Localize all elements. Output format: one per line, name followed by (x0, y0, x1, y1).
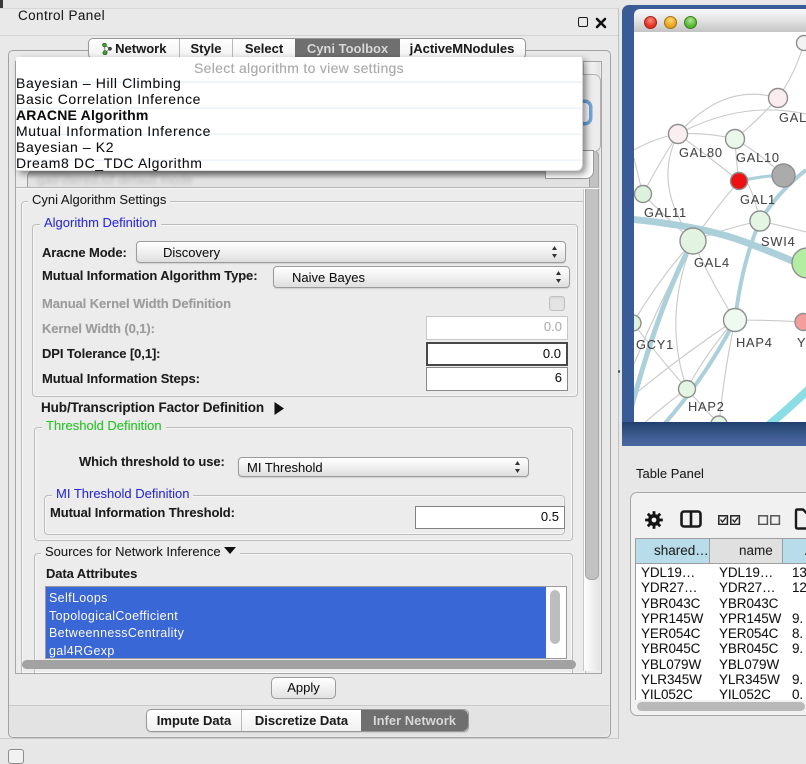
svg-text:GCY1: GCY1 (636, 337, 674, 352)
svg-text:GAL80: GAL80 (679, 145, 723, 160)
svg-text:GAL1: GAL1 (740, 192, 776, 207)
svg-text:GAL10: GAL10 (736, 150, 780, 165)
svg-text:YM: YM (797, 335, 806, 350)
svg-text:HAP4: HAP4 (736, 335, 773, 350)
svg-text:HAP2: HAP2 (688, 399, 725, 414)
svg-text:SWI4: SWI4 (761, 234, 796, 249)
svg-text:GAL4: GAL4 (694, 255, 730, 270)
svg-text:GAL11: GAL11 (644, 205, 687, 220)
svg-text:GAL7: GAL7 (779, 110, 806, 125)
